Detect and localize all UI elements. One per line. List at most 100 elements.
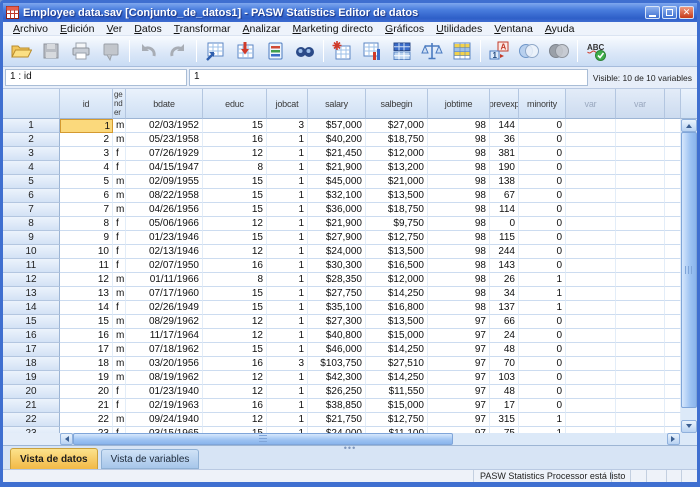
cell-7-prevexp[interactable]: 114 <box>490 203 519 217</box>
column-header-empty[interactable] <box>665 89 681 119</box>
cell-1-jobcat[interactable]: 3 <box>267 119 308 133</box>
grid-corner-cell[interactable] <box>3 89 60 119</box>
cell-16-id[interactable]: 16 <box>60 329 113 343</box>
cell-22-id[interactable]: 22 <box>60 413 113 427</box>
cell-18-bdate[interactable]: 03/20/1956 <box>126 357 203 371</box>
cell-15-jobtime[interactable]: 97 <box>428 315 490 329</box>
cell-18-jobcat[interactable]: 3 <box>267 357 308 371</box>
cell-21-gender[interactable]: f <box>113 399 126 413</box>
row-header-18[interactable]: 18 <box>3 357 60 371</box>
cell-7-id[interactable]: 7 <box>60 203 113 217</box>
cell-20-var[interactable] <box>665 385 681 399</box>
tab-vista-de-datos[interactable]: Vista de datos <box>10 448 98 469</box>
cell-3-id[interactable]: 3 <box>60 147 113 161</box>
cell-5-var[interactable] <box>566 175 616 189</box>
column-header-jobtime[interactable]: jobtime <box>428 89 490 119</box>
menu-item-datos[interactable]: Datos <box>128 23 167 35</box>
cell-5-id[interactable]: 5 <box>60 175 113 189</box>
cell-22-var[interactable] <box>616 413 665 427</box>
cell-17-minority[interactable]: 0 <box>519 343 566 357</box>
cell-15-jobcat[interactable]: 1 <box>267 315 308 329</box>
cell-2-bdate[interactable]: 05/23/1958 <box>126 133 203 147</box>
cell-9-salbegin[interactable]: $12,750 <box>366 231 428 245</box>
cell-2-jobcat[interactable]: 1 <box>267 133 308 147</box>
cell-2-salary[interactable]: $40,200 <box>308 133 366 147</box>
row-header-3[interactable]: 3 <box>3 147 60 161</box>
cell-19-var[interactable] <box>616 371 665 385</box>
cell-8-salary[interactable]: $21,900 <box>308 217 366 231</box>
cell-7-salbegin[interactable]: $18,750 <box>366 203 428 217</box>
cell-9-minority[interactable]: 0 <box>519 231 566 245</box>
cell-21-salary[interactable]: $38,850 <box>308 399 366 413</box>
cell-5-salary[interactable]: $45,000 <box>308 175 366 189</box>
cell-4-salary[interactable]: $21,900 <box>308 161 366 175</box>
cell-6-bdate[interactable]: 08/22/1958 <box>126 189 203 203</box>
cell-19-gender[interactable]: m <box>113 371 126 385</box>
cell-15-var[interactable] <box>566 315 616 329</box>
cell-13-prevexp[interactable]: 34 <box>490 287 519 301</box>
horizontal-scrollbar[interactable] <box>60 433 680 445</box>
cell-1-salbegin[interactable]: $27,000 <box>366 119 428 133</box>
cell-16-var[interactable] <box>566 329 616 343</box>
variables-icon[interactable] <box>260 38 290 65</box>
column-header-var[interactable]: var <box>616 89 665 119</box>
cell-8-minority[interactable]: 0 <box>519 217 566 231</box>
row-header-17[interactable]: 17 <box>3 343 60 357</box>
show-all-variables-icon[interactable] <box>544 38 574 65</box>
cell-4-id[interactable]: 4 <box>60 161 113 175</box>
menu-item-ventana[interactable]: Ventana <box>488 23 539 35</box>
row-header-9[interactable]: 9 <box>3 231 60 245</box>
scroll-up-button[interactable] <box>681 119 697 132</box>
cell-13-salary[interactable]: $27,750 <box>308 287 366 301</box>
cell-10-prevexp[interactable]: 244 <box>490 245 519 259</box>
cell-10-educ[interactable]: 12 <box>203 245 267 259</box>
spell-check-icon[interactable]: ABC <box>581 38 611 65</box>
insert-variable-icon[interactable] <box>357 38 387 65</box>
cell-17-jobtime[interactable]: 97 <box>428 343 490 357</box>
cell-22-prevexp[interactable]: 315 <box>490 413 519 427</box>
cell-12-var[interactable] <box>665 273 681 287</box>
cell-11-var[interactable] <box>665 259 681 273</box>
column-header-salary[interactable]: salary <box>308 89 366 119</box>
cell-22-gender[interactable]: m <box>113 413 126 427</box>
row-header-10[interactable]: 10 <box>3 245 60 259</box>
cell-16-bdate[interactable]: 11/17/1964 <box>126 329 203 343</box>
cell-12-bdate[interactable]: 01/11/1966 <box>126 273 203 287</box>
cell-14-salary[interactable]: $35,100 <box>308 301 366 315</box>
vertical-scrollbar[interactable] <box>681 89 697 433</box>
cell-4-educ[interactable]: 8 <box>203 161 267 175</box>
cell-5-prevexp[interactable]: 138 <box>490 175 519 189</box>
cell-20-jobtime[interactable]: 97 <box>428 385 490 399</box>
row-header-19[interactable]: 19 <box>3 371 60 385</box>
cell-1-prevexp[interactable]: 144 <box>490 119 519 133</box>
cell-2-prevexp[interactable]: 36 <box>490 133 519 147</box>
cell-7-var[interactable] <box>566 203 616 217</box>
cell-7-educ[interactable]: 15 <box>203 203 267 217</box>
cell-18-id[interactable]: 18 <box>60 357 113 371</box>
cell-7-jobtime[interactable]: 98 <box>428 203 490 217</box>
cell-4-prevexp[interactable]: 190 <box>490 161 519 175</box>
cell-22-salbegin[interactable]: $12,750 <box>366 413 428 427</box>
cell-22-jobtime[interactable]: 97 <box>428 413 490 427</box>
cell-18-jobtime[interactable]: 97 <box>428 357 490 371</box>
cell-15-prevexp[interactable]: 66 <box>490 315 519 329</box>
cell-13-var[interactable] <box>566 287 616 301</box>
cell-5-gender[interactable]: m <box>113 175 126 189</box>
cell-18-minority[interactable]: 0 <box>519 357 566 371</box>
cell-15-gender[interactable]: m <box>113 315 126 329</box>
cell-11-educ[interactable]: 16 <box>203 259 267 273</box>
cell-9-prevexp[interactable]: 115 <box>490 231 519 245</box>
cell-1-var[interactable] <box>566 119 616 133</box>
cell-22-bdate[interactable]: 09/24/1940 <box>126 413 203 427</box>
cell-4-jobcat[interactable]: 1 <box>267 161 308 175</box>
cell-2-id[interactable]: 2 <box>60 133 113 147</box>
column-header-bdate[interactable]: bdate <box>126 89 203 119</box>
cell-12-id[interactable]: 12 <box>60 273 113 287</box>
cell-3-salary[interactable]: $21,450 <box>308 147 366 161</box>
column-header-jobcat[interactable]: jobcat <box>267 89 308 119</box>
cell-5-var[interactable] <box>616 175 665 189</box>
value-labels-icon[interactable]: A 1 <box>484 38 514 65</box>
cell-2-gender[interactable]: m <box>113 133 126 147</box>
cell-10-salary[interactable]: $24,000 <box>308 245 366 259</box>
print-icon[interactable] <box>66 38 96 65</box>
